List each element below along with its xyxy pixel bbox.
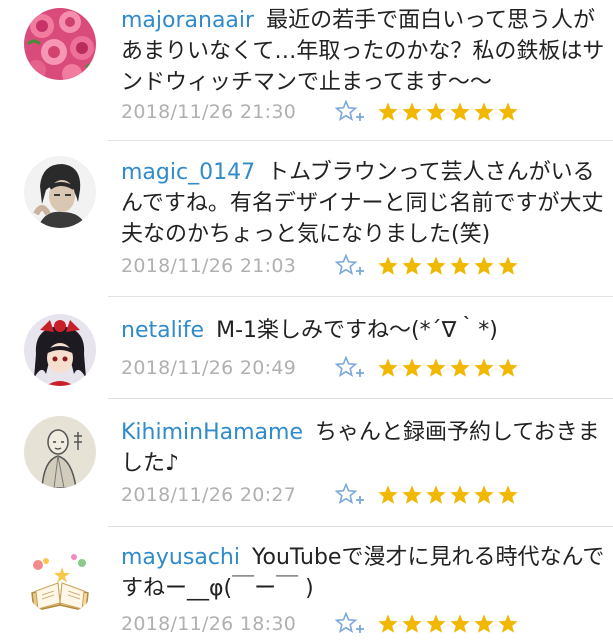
star-icon[interactable] (497, 357, 519, 379)
star-icon[interactable] (377, 255, 399, 277)
star-icon[interactable] (497, 613, 519, 635)
star-icon[interactable] (425, 484, 447, 506)
username-link[interactable]: mayusachi (121, 545, 240, 570)
star-icon[interactable] (473, 255, 495, 277)
timestamp: 2018/11/26 18:30 (121, 613, 297, 635)
divider (108, 296, 613, 297)
star-icon[interactable] (401, 357, 423, 379)
star-list (377, 484, 519, 506)
add-star-icon[interactable] (335, 612, 365, 636)
comment-meta: 2018/11/26 20:49 (121, 353, 519, 383)
username-link[interactable]: magic_0147 (121, 160, 255, 185)
anime-character-avatar[interactable] (24, 314, 96, 386)
star-icon[interactable] (473, 101, 495, 123)
add-star-icon[interactable] (335, 254, 365, 278)
username-link[interactable]: majoranaair (121, 8, 254, 33)
star-icon[interactable] (473, 613, 495, 635)
star-icon[interactable] (425, 357, 447, 379)
comment-text: M-1楽しみですね〜(*´∇｀*) (216, 318, 498, 343)
divider (108, 140, 613, 141)
add-star-icon[interactable] (335, 100, 365, 124)
star-icon[interactable] (449, 484, 471, 506)
star-icon[interactable] (401, 255, 423, 277)
star-list (377, 357, 519, 379)
star-icon[interactable] (449, 255, 471, 277)
comment-body: majoranaair 最近の若手で面白いって思う人があまりいなくて…年取ったのか… (121, 5, 607, 98)
comment-body: magic_0147 トムブラウンって芸人さんがいるんですね。有名デザイナーと同じ… (121, 157, 607, 250)
star-icon[interactable] (377, 484, 399, 506)
add-star-icon[interactable] (335, 483, 365, 507)
comment-meta: 2018/11/26 21:30 (121, 97, 519, 127)
star-list (377, 613, 519, 635)
username-link[interactable]: netalife (121, 318, 204, 343)
open-book-avatar[interactable] (24, 543, 96, 615)
timestamp: 2018/11/26 21:03 (121, 255, 297, 277)
divider (108, 398, 613, 399)
star-icon[interactable] (449, 613, 471, 635)
star-icon[interactable] (497, 101, 519, 123)
star-icon[interactable] (377, 357, 399, 379)
star-icon[interactable] (473, 357, 495, 379)
star-icon[interactable] (449, 357, 471, 379)
monk-sketch-avatar[interactable] (24, 416, 96, 488)
star-icon[interactable] (401, 101, 423, 123)
comment-body: netalife M-1楽しみですね〜(*´∇｀*) (121, 315, 607, 346)
add-star-icon[interactable] (335, 356, 365, 380)
star-icon[interactable] (449, 101, 471, 123)
star-icon[interactable] (473, 484, 495, 506)
star-icon[interactable] (425, 255, 447, 277)
username-link[interactable]: KihiminHamame (121, 420, 303, 445)
star-icon[interactable] (377, 613, 399, 635)
comment-meta: 2018/11/26 21:03 (121, 251, 519, 281)
person-photo-avatar[interactable] (24, 156, 96, 228)
star-icon[interactable] (401, 484, 423, 506)
comment-meta: 2018/11/26 20:27 (121, 480, 519, 510)
timestamp: 2018/11/26 20:49 (121, 357, 297, 379)
timestamp: 2018/11/26 20:27 (121, 484, 297, 506)
star-icon[interactable] (377, 101, 399, 123)
divider (108, 526, 613, 527)
star-icon[interactable] (425, 101, 447, 123)
star-icon[interactable] (401, 613, 423, 635)
star-icon[interactable] (497, 255, 519, 277)
rose-bouquet-avatar[interactable] (24, 8, 96, 80)
comment-body: KihiminHamame ちゃんと録画予約しておきました♪ (121, 417, 607, 479)
timestamp: 2018/11/26 21:30 (121, 101, 297, 123)
comment-item: majoranaair 最近の若手で面白いって思う人があまりいなくて…年取ったのか… (0, 0, 613, 141)
star-list (377, 255, 519, 277)
comment-meta: 2018/11/26 18:30 (121, 609, 519, 639)
comment-body: mayusachi YouTubeで漫才に見れる時代なんですねー__φ(￣ー￣ ) (121, 542, 607, 604)
star-icon[interactable] (425, 613, 447, 635)
star-icon[interactable] (497, 484, 519, 506)
star-list (377, 101, 519, 123)
